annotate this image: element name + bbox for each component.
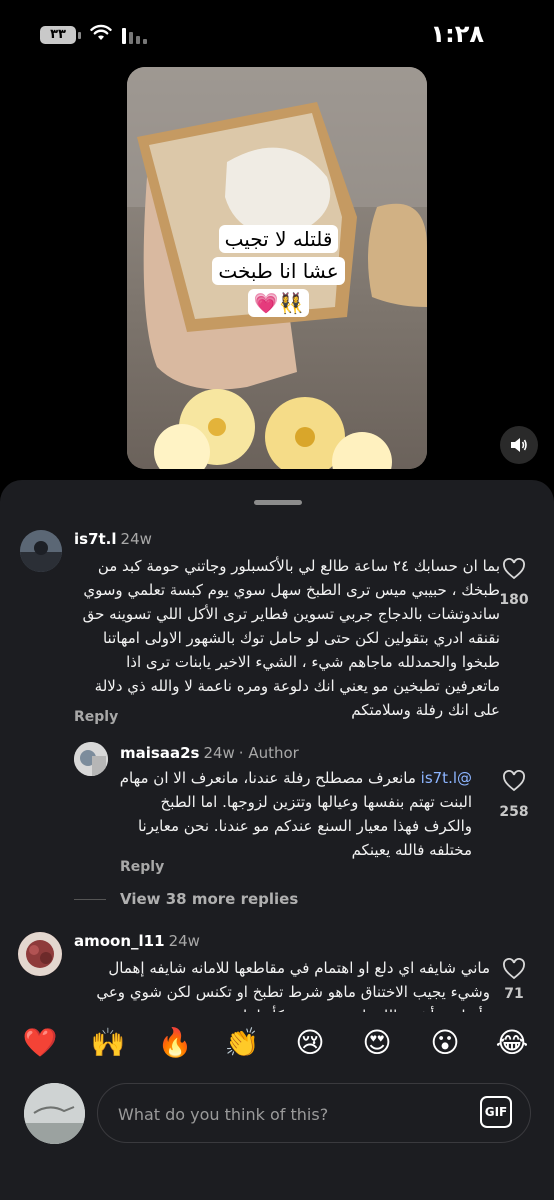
reaction-heart[interactable]: ❤️ (20, 1026, 60, 1059)
reaction-raised-hands[interactable]: 🙌 (88, 1026, 128, 1059)
avatar[interactable] (18, 932, 62, 976)
avatar-image (18, 932, 62, 976)
status-time: ١:٢٨ (430, 20, 484, 48)
signal-icon (122, 28, 147, 44)
reaction-heart-eyes[interactable]: 😍 (357, 1026, 397, 1059)
avatar-image (74, 742, 108, 776)
divider (74, 899, 106, 900)
reaction-surprised[interactable]: 😮 (425, 1026, 465, 1059)
comment-input-container[interactable]: GIF (97, 1083, 531, 1143)
comment-text: @is7t.l مانعرف مصطلح رفلة عندنا، مانعرف … (119, 769, 472, 859)
view-more-replies[interactable]: View 38 more replies (74, 890, 298, 908)
battery-icon: ٣٣ (40, 26, 81, 44)
comment-username[interactable]: maisaa2s 24w · Author (120, 744, 299, 762)
status-bar: ٣٣ ١:٢٨ (0, 0, 554, 70)
reaction-crying[interactable]: 😢 (290, 1026, 330, 1059)
heart-icon (503, 770, 525, 792)
reaction-clap[interactable]: 👏 (222, 1026, 262, 1059)
comment-username[interactable]: is7t.l 24w (74, 530, 152, 548)
speaker-icon (511, 438, 527, 452)
comment-input[interactable] (116, 1098, 460, 1130)
reaction-fire[interactable]: 🔥 (155, 1026, 195, 1059)
drag-handle[interactable] (254, 500, 302, 505)
like-count: 180 (499, 592, 529, 608)
avatar-image (20, 530, 62, 572)
like-button[interactable]: 180 (494, 558, 534, 608)
comment-text: بما ان حسابك ٢٤ ساعة طالع لي بالأكسبلور … (82, 557, 500, 719)
like-count: 258 (499, 804, 529, 820)
author-badge: · Author (238, 744, 299, 762)
heart-icon (503, 958, 525, 980)
comment-text: ماني شايفه اي دلع او اهتمام في مقاطعها ل… (96, 959, 490, 1012)
video-player[interactable]: قلتله لا تجيب عشا انا طبخت👯‍♀️💗 (127, 67, 427, 469)
avatar-image (24, 1083, 85, 1144)
like-count: 71 (504, 986, 524, 1002)
comment-username[interactable]: amoon_l11 24w (74, 932, 200, 950)
like-button[interactable]: 258 (494, 770, 534, 820)
heart-icon (503, 558, 525, 580)
wifi-icon (90, 24, 112, 40)
avatar[interactable] (20, 530, 62, 572)
comment-composer: ❤️ 🙌 🔥 👏 😢 😍 😮 😂 GIF (0, 1012, 554, 1199)
reply-button[interactable]: Reply (74, 709, 118, 725)
video-caption: قلتله لا تجيب عشا انا طبخت👯‍♀️💗 (206, 223, 351, 319)
reaction-laughing[interactable]: 😂 (492, 1026, 532, 1059)
mute-button[interactable] (500, 426, 538, 464)
avatar[interactable] (24, 1083, 85, 1144)
reply-button[interactable]: Reply (120, 859, 164, 875)
quick-reactions: ❤️ 🙌 🔥 👏 😢 😍 😮 😂 (0, 1026, 554, 1066)
gif-button[interactable]: GIF (480, 1096, 512, 1128)
mention-link[interactable]: @is7t.l (421, 769, 472, 787)
like-button[interactable]: 71 (494, 958, 534, 1002)
avatar[interactable] (74, 742, 108, 776)
